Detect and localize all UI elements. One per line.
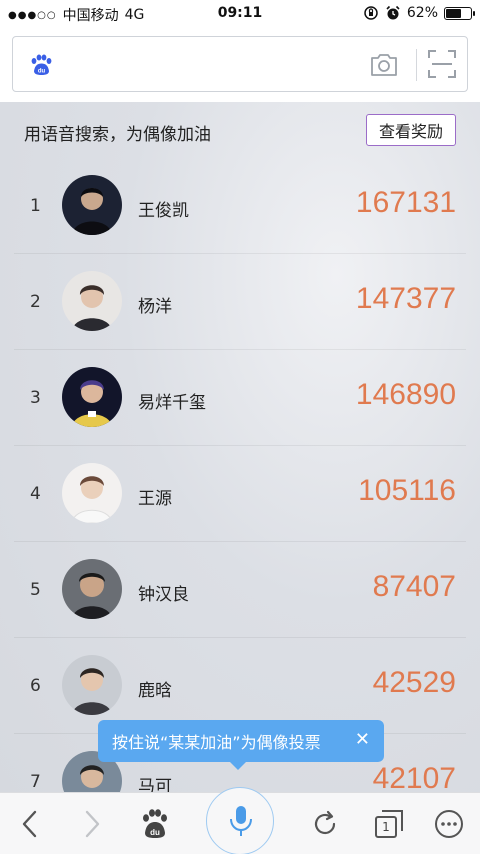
tabs-button[interactable]: 1 bbox=[372, 807, 406, 841]
camera-icon[interactable] bbox=[369, 51, 399, 79]
back-icon[interactable] bbox=[14, 807, 48, 841]
rank-number: 6 bbox=[30, 676, 41, 696]
tabs-count: 1 bbox=[382, 820, 390, 834]
more-options-icon[interactable] bbox=[432, 807, 466, 841]
avatar bbox=[62, 655, 122, 715]
microphone-icon bbox=[230, 806, 252, 836]
ranking-row[interactable]: 4 王源 105116 bbox=[0, 446, 480, 542]
ranking-row[interactable]: 2 杨洋 147377 bbox=[0, 254, 480, 350]
tooltip-text: 按住说“某某加油”为偶像投票 bbox=[112, 733, 321, 752]
ranking-row[interactable]: 3 易烊千玺 146890 bbox=[0, 350, 480, 446]
svg-text:du: du bbox=[38, 69, 46, 75]
vote-count: 167131 bbox=[355, 186, 456, 219]
tooltip-pointer bbox=[230, 762, 246, 770]
rotation-lock-icon bbox=[364, 6, 378, 20]
ranking-row[interactable]: 1 王俊凯 167131 bbox=[0, 158, 480, 254]
rank-number: 5 bbox=[30, 580, 41, 600]
battery-icon bbox=[444, 6, 475, 20]
rank-number: 7 bbox=[30, 772, 41, 792]
rank-number: 4 bbox=[30, 484, 41, 504]
scan-icon[interactable] bbox=[427, 49, 457, 79]
idol-ranking-panel: 用语音搜索，为偶像加油 查看奖励 1 王俊凯 167131 2 杨洋 14737… bbox=[0, 102, 480, 811]
svg-text:du: du bbox=[150, 828, 160, 837]
idol-name: 鹿晗 bbox=[138, 681, 172, 701]
status-bar: ●●●○○ 中国移动 4G 09:11 62% bbox=[0, 0, 480, 28]
avatar bbox=[62, 175, 122, 235]
idol-name: 易烊千玺 bbox=[138, 393, 206, 413]
tooltip-close-icon[interactable]: ✕ bbox=[355, 731, 370, 749]
battery-fill bbox=[446, 8, 461, 18]
vote-count: 146890 bbox=[355, 378, 456, 411]
idol-name: 王俊凯 bbox=[138, 201, 189, 221]
ranking-row[interactable]: 5 钟汉良 87407 bbox=[0, 542, 480, 638]
idol-name: 王源 bbox=[138, 489, 172, 509]
idol-name: 杨洋 bbox=[138, 297, 172, 317]
avatar bbox=[62, 271, 122, 331]
avatar bbox=[62, 463, 122, 523]
avatar bbox=[62, 367, 122, 427]
search-divider bbox=[416, 49, 417, 81]
search-header: du bbox=[0, 28, 480, 102]
forward-icon[interactable] bbox=[74, 807, 108, 841]
page-headline: 用语音搜索，为偶像加油 bbox=[24, 125, 211, 145]
baidu-home-icon[interactable]: du bbox=[138, 807, 172, 841]
vote-count: 147377 bbox=[355, 282, 456, 315]
view-rewards-button[interactable]: 查看奖励 bbox=[366, 114, 456, 146]
status-right: 62% bbox=[363, 5, 475, 21]
idol-name: 钟汉良 bbox=[138, 585, 189, 605]
rank-number: 3 bbox=[30, 388, 41, 408]
vote-count: 42107 bbox=[372, 762, 456, 795]
rank-number: 2 bbox=[30, 292, 41, 312]
vote-count: 105116 bbox=[358, 474, 456, 507]
voice-search-button[interactable] bbox=[206, 787, 274, 854]
rank-number: 1 bbox=[30, 196, 41, 216]
bottom-toolbar: du 1 bbox=[0, 787, 480, 854]
vote-count: 42529 bbox=[372, 666, 456, 699]
baidu-paw-icon: du bbox=[31, 54, 52, 75]
search-input[interactable]: du bbox=[12, 36, 468, 92]
vote-count: 87407 bbox=[372, 570, 456, 603]
alarm-icon bbox=[386, 5, 400, 20]
battery-percent: 62% bbox=[406, 5, 438, 21]
avatar bbox=[62, 559, 122, 619]
voice-vote-tooltip: 按住说“某某加油”为偶像投票 ✕ bbox=[98, 720, 384, 770]
refresh-icon[interactable] bbox=[308, 807, 342, 841]
